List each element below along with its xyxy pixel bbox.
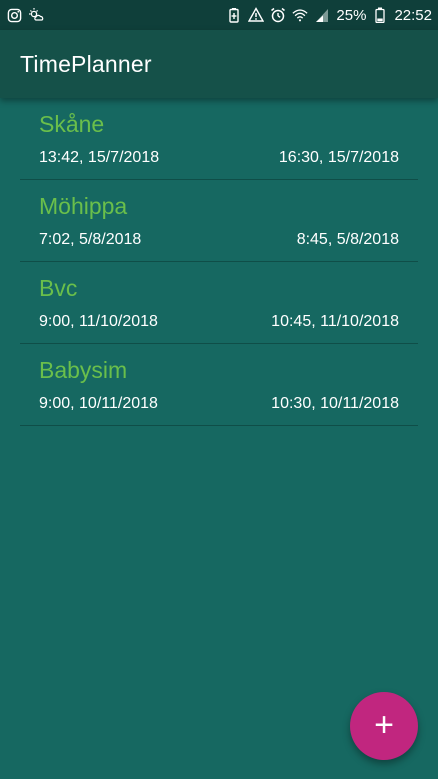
event-end-time: 8:45, 5/8/2018: [296, 231, 399, 248]
event-end-time: 10:30, 10/11/2018: [271, 395, 399, 412]
event-end-time: 10:45, 11/10/2018: [271, 313, 399, 330]
event-item[interactable]: Bvc 9:00, 11/10/2018 10:45, 11/10/2018: [20, 262, 418, 344]
event-end-time: 16:30, 15/7/2018: [278, 149, 399, 166]
event-start-time: 7:02, 5/8/2018: [39, 231, 142, 248]
event-item[interactable]: Skåne 13:42, 15/7/2018 16:30, 15/7/2018: [20, 98, 418, 180]
event-name: Skåne: [39, 111, 105, 137]
add-event-button[interactable]: +: [350, 692, 418, 760]
event-start-time: 9:00, 11/10/2018: [39, 313, 158, 330]
status-left: [6, 7, 44, 23]
instagram-icon: [6, 7, 22, 23]
event-name: Bvc: [39, 275, 78, 301]
wifi-icon: [292, 7, 308, 23]
battery-icon: [372, 7, 388, 23]
status-right: 25% 22:52: [226, 7, 432, 24]
status-time: 22:52: [394, 6, 432, 24]
plus-icon: +: [374, 706, 394, 744]
battery-percent: 25%: [336, 6, 367, 24]
event-item[interactable]: Möhippa 7:02, 5/8/2018 8:45, 5/8/2018: [20, 180, 418, 262]
sync-warning-icon: [248, 7, 265, 23]
alarm-icon: [270, 7, 286, 23]
status-bar: 25% 22:52: [0, 0, 438, 30]
weather-icon: [28, 7, 44, 23]
event-item[interactable]: Babysim 9:00, 10/11/2018 10:30, 10/11/20…: [20, 344, 418, 426]
signal-icon: [314, 7, 330, 23]
app-title: TimePlanner: [20, 50, 152, 77]
app-bar: TimePlanner: [0, 30, 438, 98]
battery-saver-icon: [226, 7, 242, 23]
event-list: Skåne 13:42, 15/7/2018 16:30, 15/7/2018 …: [20, 98, 418, 426]
event-start-time: 9:00, 10/11/2018: [39, 395, 158, 412]
event-name: Möhippa: [39, 193, 128, 219]
event-name: Babysim: [39, 357, 128, 383]
event-start-time: 13:42, 15/7/2018: [39, 149, 160, 166]
